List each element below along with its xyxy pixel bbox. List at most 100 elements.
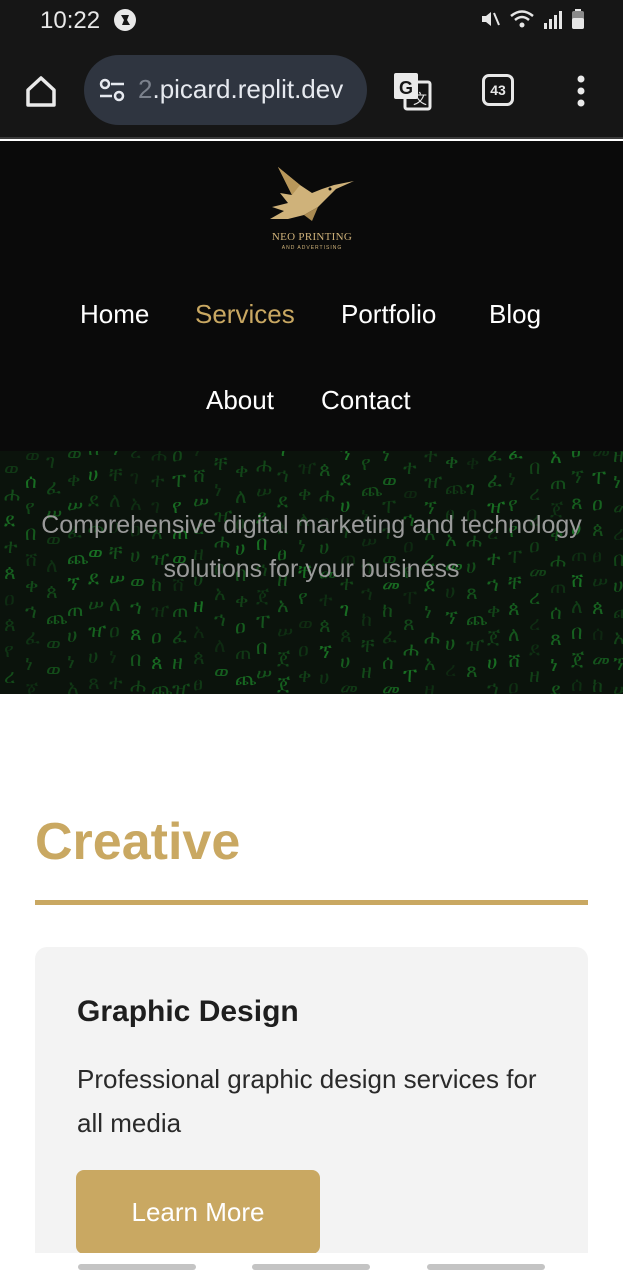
home-icon bbox=[26, 76, 56, 107]
svg-text:ዐ: ዐ bbox=[298, 637, 309, 661]
svg-text:ቀ: ቀ bbox=[298, 481, 311, 505]
svg-text:የ: የ bbox=[4, 638, 14, 662]
svg-text:ኀ: ኀ bbox=[130, 595, 142, 619]
nav-about[interactable]: About bbox=[206, 385, 274, 416]
learn-more-button[interactable]: Learn More bbox=[76, 1170, 320, 1254]
svg-text:文: 文 bbox=[413, 92, 427, 108]
svg-text:ረ: ረ bbox=[4, 664, 15, 688]
card-description: Professional graphic design services for… bbox=[77, 1064, 537, 1138]
svg-text:ቀ: ቀ bbox=[67, 467, 80, 491]
svg-text:ረ: ረ bbox=[130, 451, 141, 463]
svg-text:ሠ: ሠ bbox=[256, 661, 272, 685]
svg-text:ነ: ነ bbox=[382, 451, 390, 466]
svg-text:ጨ: ጨ bbox=[46, 605, 68, 629]
gesture-back[interactable] bbox=[427, 1264, 545, 1270]
svg-text:ጀ: ጀ bbox=[277, 645, 291, 669]
svg-text:ነ: ነ bbox=[613, 469, 621, 493]
svg-text:ሠ: ሠ bbox=[277, 619, 293, 643]
svg-text:ሸ: ሸ bbox=[193, 463, 206, 487]
nav-contact[interactable]: Contact bbox=[321, 385, 411, 416]
svg-text:ሸ: ሸ bbox=[25, 547, 38, 571]
svg-text:ረ: ረ bbox=[529, 481, 540, 505]
svg-text:ነ: ነ bbox=[193, 451, 201, 461]
site-settings-icon[interactable] bbox=[98, 77, 126, 108]
svg-text:የ: የ bbox=[25, 495, 35, 519]
svg-text:ቀ: ቀ bbox=[235, 588, 248, 612]
svg-text:ሠ: ሠ bbox=[256, 479, 272, 503]
svg-text:ጨ: ጨ bbox=[466, 606, 488, 630]
svg-text:ወ: ወ bbox=[67, 451, 82, 465]
card-title: Graphic Design bbox=[77, 995, 299, 1028]
svg-text:አ: አ bbox=[193, 619, 205, 643]
gesture-recents[interactable] bbox=[78, 1264, 196, 1270]
svg-text:ዘ: ዘ bbox=[172, 650, 183, 674]
tab-count: 43 bbox=[490, 82, 506, 98]
svg-text:ነ: ነ bbox=[508, 466, 516, 490]
svg-text:በ: በ bbox=[571, 620, 582, 644]
svg-text:ቀ: ቀ bbox=[25, 573, 38, 597]
svg-text:ጨ: ጨ bbox=[151, 676, 173, 694]
svg-text:ጰ: ጰ bbox=[151, 650, 163, 674]
home-button[interactable] bbox=[22, 72, 60, 110]
svg-text:መ: መ bbox=[592, 647, 610, 671]
nav-services[interactable]: Services bbox=[195, 299, 295, 330]
more-options-button[interactable] bbox=[576, 75, 586, 107]
svg-text:ቸ: ቸ bbox=[214, 451, 228, 475]
svg-text:ኘ: ኘ bbox=[571, 464, 584, 488]
status-time: 10:22 bbox=[40, 7, 101, 34]
translate-icon: G 文 bbox=[394, 73, 432, 111]
svg-text:ኘ: ኘ bbox=[319, 639, 332, 663]
translate-button[interactable]: G 文 bbox=[391, 70, 433, 112]
svg-text:ጨ: ጨ bbox=[613, 599, 623, 623]
svg-text:ኘ: ኘ bbox=[109, 451, 122, 460]
svg-text:ፈ: ፈ bbox=[382, 624, 397, 648]
svg-text:ሐ: ሐ bbox=[4, 482, 20, 506]
svg-text:ረ: ረ bbox=[613, 521, 623, 545]
nav-home[interactable]: Home bbox=[80, 299, 149, 330]
app-notification-icon bbox=[114, 9, 136, 31]
svg-text:ለ: ለ bbox=[109, 592, 121, 616]
nav-portfolio[interactable]: Portfolio bbox=[341, 299, 436, 330]
svg-text:በ: በ bbox=[88, 451, 99, 460]
svg-text:ለ: ለ bbox=[508, 622, 520, 646]
svg-text:ቀ: ቀ bbox=[487, 598, 500, 622]
svg-text:ዘ: ዘ bbox=[361, 659, 372, 683]
gesture-nav-bar bbox=[0, 1253, 623, 1280]
site-header: NEO PRINTING AND ADVERTISING Home Servic… bbox=[0, 141, 623, 451]
battery-icon bbox=[572, 9, 584, 29]
svg-text:ለ: ለ bbox=[214, 633, 226, 657]
svg-text:ሀ: ሀ bbox=[487, 650, 497, 674]
svg-text:ኘ: ኘ bbox=[613, 651, 623, 675]
svg-text:ጰ: ጰ bbox=[319, 457, 331, 481]
tabs-button[interactable]: 43 bbox=[482, 74, 514, 106]
svg-text:ዐ: ዐ bbox=[508, 674, 519, 694]
gesture-home[interactable] bbox=[252, 1264, 370, 1270]
svg-text:ዐ: ዐ bbox=[4, 586, 15, 610]
svg-text:መ: መ bbox=[340, 675, 358, 694]
svg-text:ተ: ተ bbox=[403, 455, 417, 479]
svg-text:ኀ: ኀ bbox=[487, 676, 499, 694]
svg-text:ደ: ደ bbox=[4, 508, 15, 532]
svg-text:አ: አ bbox=[550, 451, 562, 468]
svg-text:ወ: ወ bbox=[25, 451, 40, 467]
svg-text:ፈ: ፈ bbox=[487, 468, 502, 492]
svg-text:G: G bbox=[399, 78, 413, 98]
svg-text:ሰ: ሰ bbox=[571, 672, 583, 694]
svg-text:ሰ: ሰ bbox=[592, 621, 604, 645]
svg-text:ኀ: ኀ bbox=[277, 463, 289, 487]
svg-text:ሐ: ሐ bbox=[256, 453, 272, 477]
url-text[interactable]: 2.picard.replit.dev bbox=[138, 74, 343, 105]
svg-text:ፈ: ፈ bbox=[172, 624, 187, 648]
svg-text:መ: መ bbox=[235, 451, 253, 456]
svg-text:ፐ: ፐ bbox=[592, 465, 606, 489]
nav-blog[interactable]: Blog bbox=[489, 299, 541, 330]
svg-text:ጸ: ጸ bbox=[88, 670, 100, 694]
svg-text:አ: አ bbox=[424, 651, 436, 675]
address-bar[interactable]: 2.picard.replit.dev bbox=[84, 55, 367, 125]
svg-text:ኘ: ኘ bbox=[340, 451, 353, 465]
svg-text:ወ: ወ bbox=[214, 659, 229, 683]
svg-text:ወ: ወ bbox=[46, 657, 61, 681]
svg-text:ሐ: ሐ bbox=[130, 673, 146, 694]
svg-text:ጠ: ጠ bbox=[235, 640, 252, 664]
main-nav: Home Services Portfolio Blog About Conta… bbox=[0, 141, 623, 451]
